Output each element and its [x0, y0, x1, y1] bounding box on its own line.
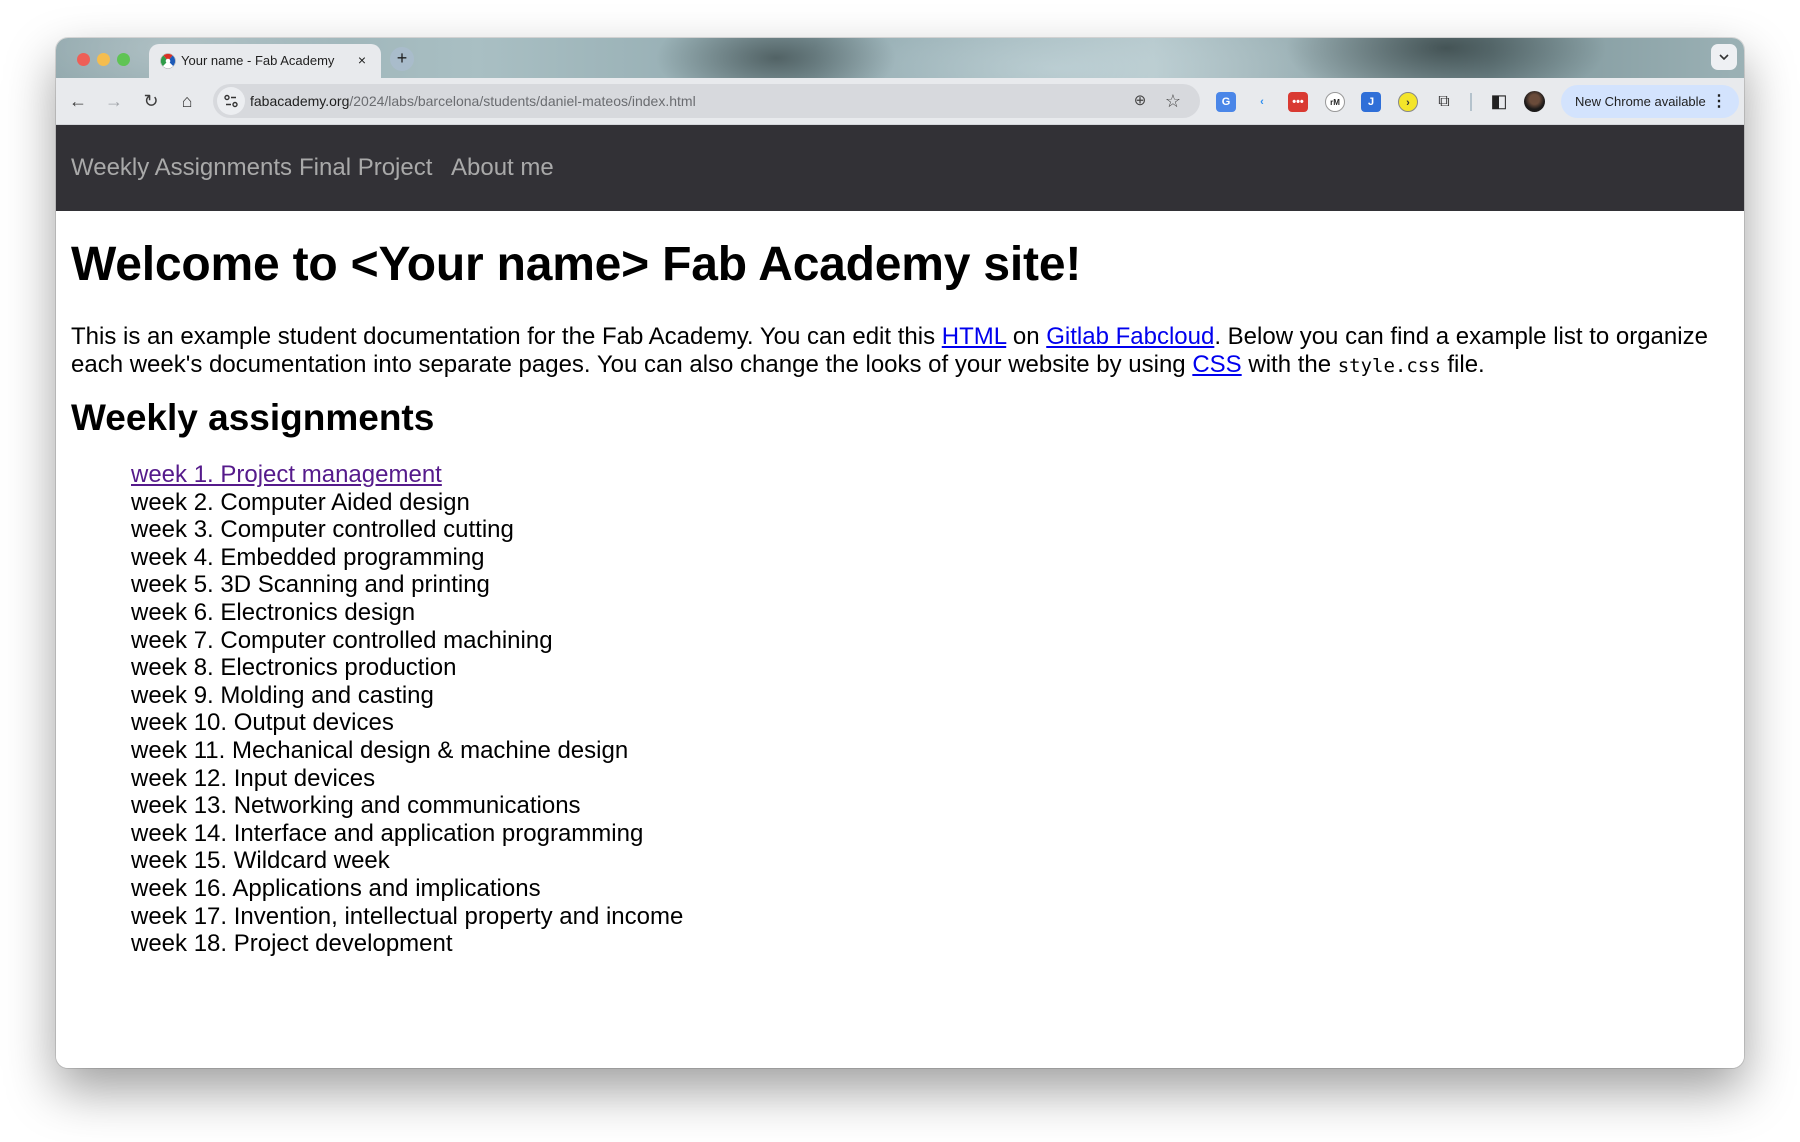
back-button[interactable]: ← — [66, 90, 90, 114]
week-list-item: week 16. Applications and implications — [131, 874, 541, 902]
nav-about-me[interactable]: About me — [451, 154, 554, 182]
fab-academy-favicon-icon — [160, 53, 176, 69]
gitlab-fabcloud-link[interactable]: Gitlab Fabcloud — [1046, 323, 1214, 350]
extensions-puzzle-icon[interactable]: ⧉ — [1434, 92, 1454, 112]
css-link[interactable]: CSS — [1192, 351, 1241, 378]
forward-button[interactable]: → — [102, 90, 126, 114]
browser-window: Your name - Fab Academy × + ← → ↻ ⌂ faba… — [56, 38, 1744, 1068]
toolbar-divider — [1470, 93, 1472, 111]
week-1-link[interactable]: week 1. Project management — [131, 461, 442, 488]
url-host: fabacademy.org — [250, 93, 350, 109]
intro-paragraph: This is an example student documentation… — [71, 323, 1731, 380]
update-label: New Chrome available — [1575, 94, 1706, 109]
extension-rm-icon[interactable]: rM — [1325, 92, 1345, 112]
bookmark-star-icon[interactable]: ☆ — [1162, 90, 1184, 112]
close-window-button[interactable] — [77, 53, 90, 66]
home-button[interactable]: ⌂ — [175, 90, 199, 114]
tab-title: Your name - Fab Academy — [181, 53, 335, 68]
week-list-item: week 12. Input devices — [131, 764, 376, 792]
extension-c-icon[interactable]: ‹ — [1252, 92, 1272, 112]
address-bar[interactable]: fabacademy.org/2024/labs/barcelona/stude… — [213, 84, 1200, 118]
reload-button[interactable]: ↻ — [139, 90, 163, 114]
intro-text: file. — [1440, 350, 1485, 378]
extension-j-icon[interactable]: J — [1361, 92, 1381, 112]
week-list-item: week 9. Molding and casting — [131, 681, 434, 709]
nav-weekly-assignments[interactable]: Weekly Assignments — [71, 154, 292, 182]
week-list-item: week 3. Computer controlled cutting — [131, 516, 514, 544]
week-list-item: week 13. Networking and communications — [131, 792, 581, 820]
weekly-assignments-list: week 1. Project management week 2. Comput… — [131, 461, 683, 958]
site-navbar: Weekly Assignments Final Project About m… — [56, 125, 1744, 211]
week-list-item: week 8. Electronics production — [131, 654, 457, 682]
week-list-item: week 15. Wildcard week — [131, 847, 390, 875]
style-css-code: style.css — [1337, 354, 1441, 377]
new-chrome-available-button[interactable]: New Chrome available ⋮ — [1561, 85, 1739, 118]
week-list-item: week 1. Project management — [131, 461, 683, 489]
extension-yellow-icon[interactable]: › — [1398, 92, 1418, 112]
week-list-item: week 4. Embedded programming — [131, 543, 485, 571]
url-text[interactable]: fabacademy.org/2024/labs/barcelona/stude… — [250, 93, 696, 109]
new-tab-button[interactable]: + — [390, 47, 414, 71]
side-panel-icon[interactable]: ◧ — [1487, 90, 1511, 114]
browser-toolbar: ← → ↻ ⌂ fabacademy.org/2024/labs/barcelo… — [56, 78, 1744, 125]
tab-search-button[interactable] — [1711, 44, 1737, 70]
week-list-item: week 11. Mechanical design & machine des… — [131, 736, 629, 764]
tune-icon — [224, 94, 238, 108]
tab-active[interactable]: Your name - Fab Academy × — [149, 44, 381, 78]
extension-google-translate-icon[interactable]: G — [1216, 92, 1236, 112]
week-list-item: week 6. Electronics design — [131, 598, 416, 626]
zoom-icon[interactable]: ⊕ — [1129, 90, 1151, 112]
close-tab-icon[interactable]: × — [353, 51, 371, 69]
weekly-assignments-heading: Weekly assignments — [71, 397, 435, 438]
week-list-item: week 18. Project development — [131, 930, 453, 958]
minimize-window-button[interactable] — [97, 53, 110, 66]
intro-text: on — [1006, 323, 1047, 350]
week-list-item: week 14. Interface and application progr… — [131, 819, 644, 847]
html-link[interactable]: HTML — [942, 323, 1006, 350]
nav-final-project[interactable]: Final Project — [299, 154, 432, 182]
week-list-item: week 17. Invention, intellectual propert… — [131, 902, 684, 930]
intro-text: with the — [1241, 350, 1338, 378]
week-list-item: week 5. 3D Scanning and printing — [131, 571, 490, 599]
tab-strip: Your name - Fab Academy × + — [56, 38, 1744, 78]
week-list-item: week 7. Computer controlled machining — [131, 626, 553, 654]
week-list-item: week 10. Output devices — [131, 709, 394, 737]
chrome-menu-icon[interactable]: ⋮ — [1711, 85, 1727, 118]
web-page: Weekly Assignments Final Project About m… — [56, 125, 1744, 1068]
page-title: Welcome to <Your name> Fab Academy site! — [71, 238, 1082, 291]
maximize-window-button[interactable] — [117, 53, 130, 66]
extension-red-icon[interactable]: ••• — [1288, 92, 1308, 112]
week-list-item: week 2. Computer Aided design — [131, 488, 470, 516]
site-info-button[interactable] — [217, 87, 245, 115]
profile-avatar[interactable] — [1524, 91, 1545, 112]
intro-text: This is an example student documentation… — [71, 323, 942, 350]
url-path: /2024/labs/barcelona/students/daniel-mat… — [349, 93, 696, 109]
chevron-down-icon — [1719, 54, 1729, 61]
